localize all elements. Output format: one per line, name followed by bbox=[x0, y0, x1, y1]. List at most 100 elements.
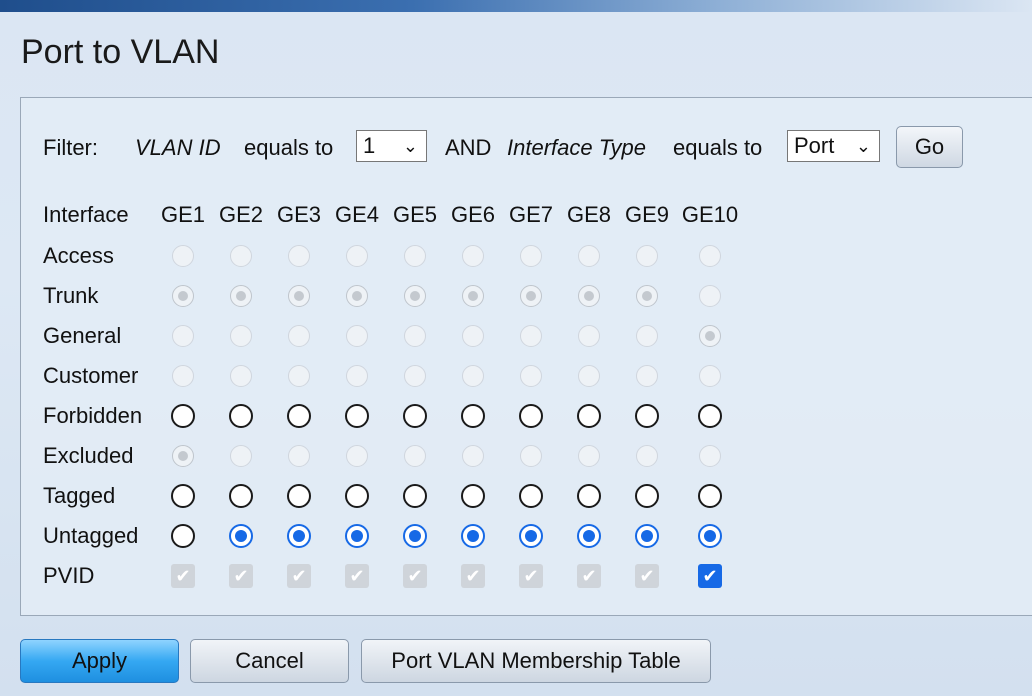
pvid-checkbox-ge9: ✔ bbox=[635, 564, 659, 588]
untagged-radio-ge6[interactable] bbox=[461, 524, 485, 548]
customer-radio-ge4 bbox=[346, 365, 368, 387]
untagged-radio-ge9[interactable] bbox=[635, 524, 659, 548]
general-radio-ge2 bbox=[230, 325, 252, 347]
customer-radio-ge2 bbox=[230, 365, 252, 387]
column-header-ge3: GE3 bbox=[276, 202, 322, 227]
interface-type-field-label: Interface Type bbox=[507, 135, 646, 160]
row-label-untagged: Untagged bbox=[43, 523, 139, 548]
excluded-radio-ge5 bbox=[404, 445, 426, 467]
interface-header: Interface bbox=[43, 202, 129, 227]
column-header-ge7: GE7 bbox=[508, 202, 554, 227]
access-radio-ge1 bbox=[172, 245, 194, 267]
tagged-radio-ge2[interactable] bbox=[229, 484, 253, 508]
pvid-checkbox-ge1: ✔ bbox=[171, 564, 195, 588]
excluded-radio-ge8 bbox=[578, 445, 600, 467]
tagged-radio-ge7[interactable] bbox=[519, 484, 543, 508]
excluded-radio-ge3 bbox=[288, 445, 310, 467]
column-header-ge10: GE10 bbox=[681, 202, 739, 227]
customer-radio-ge9 bbox=[636, 365, 658, 387]
excluded-radio-ge6 bbox=[462, 445, 484, 467]
customer-radio-ge3 bbox=[288, 365, 310, 387]
trunk-radio-ge6 bbox=[462, 285, 484, 307]
pvid-checkbox-ge10[interactable]: ✔ bbox=[698, 564, 722, 588]
excluded-radio-ge2 bbox=[230, 445, 252, 467]
filter-bar: Filter: VLAN ID equals to 1 ⌄ AND Interf… bbox=[43, 126, 1003, 168]
forbidden-radio-ge2[interactable] bbox=[229, 404, 253, 428]
customer-radio-ge7 bbox=[520, 365, 542, 387]
forbidden-radio-ge1[interactable] bbox=[171, 404, 195, 428]
tagged-radio-ge8[interactable] bbox=[577, 484, 601, 508]
row-label-pvid: PVID bbox=[43, 563, 95, 588]
tagged-radio-ge3[interactable] bbox=[287, 484, 311, 508]
excluded-radio-ge4 bbox=[346, 445, 368, 467]
forbidden-radio-ge5[interactable] bbox=[403, 404, 427, 428]
tagged-radio-ge4[interactable] bbox=[345, 484, 369, 508]
interface-type-select[interactable]: Port ⌄ bbox=[787, 130, 880, 162]
column-header-ge4: GE4 bbox=[334, 202, 380, 227]
access-radio-ge10 bbox=[699, 245, 721, 267]
access-radio-ge7 bbox=[520, 245, 542, 267]
access-radio-ge5 bbox=[404, 245, 426, 267]
general-radio-ge5 bbox=[404, 325, 426, 347]
general-radio-ge7 bbox=[520, 325, 542, 347]
go-button[interactable]: Go bbox=[896, 126, 963, 168]
untagged-radio-ge5[interactable] bbox=[403, 524, 427, 548]
equals-to-label: equals to bbox=[244, 135, 334, 160]
untagged-radio-ge1[interactable] bbox=[171, 524, 195, 548]
tagged-radio-ge1[interactable] bbox=[171, 484, 195, 508]
excluded-radio-ge10 bbox=[699, 445, 721, 467]
forbidden-radio-ge7[interactable] bbox=[519, 404, 543, 428]
row-label-trunk: Trunk bbox=[43, 283, 99, 308]
vlan-id-select[interactable]: 1 ⌄ bbox=[356, 130, 427, 162]
forbidden-radio-ge6[interactable] bbox=[461, 404, 485, 428]
untagged-radio-ge8[interactable] bbox=[577, 524, 601, 548]
trunk-radio-ge10 bbox=[699, 285, 721, 307]
untagged-radio-ge3[interactable] bbox=[287, 524, 311, 548]
equals-to-label-2: equals to bbox=[673, 135, 763, 160]
forbidden-radio-ge10[interactable] bbox=[698, 404, 722, 428]
column-header-ge5: GE5 bbox=[392, 202, 438, 227]
vlan-id-field-label: VLAN ID bbox=[135, 135, 221, 160]
trunk-radio-ge3 bbox=[288, 285, 310, 307]
customer-radio-ge1 bbox=[172, 365, 194, 387]
pvid-checkbox-ge2: ✔ bbox=[229, 564, 253, 588]
untagged-radio-ge7[interactable] bbox=[519, 524, 543, 548]
general-radio-ge10 bbox=[699, 325, 721, 347]
pvid-checkbox-ge5: ✔ bbox=[403, 564, 427, 588]
tagged-radio-ge5[interactable] bbox=[403, 484, 427, 508]
forbidden-radio-ge8[interactable] bbox=[577, 404, 601, 428]
forbidden-radio-ge3[interactable] bbox=[287, 404, 311, 428]
excluded-radio-ge1 bbox=[172, 445, 194, 467]
column-header-ge2: GE2 bbox=[218, 202, 264, 227]
row-label-access: Access bbox=[43, 243, 114, 268]
general-radio-ge4 bbox=[346, 325, 368, 347]
column-header-ge8: GE8 bbox=[566, 202, 612, 227]
cancel-button[interactable]: Cancel bbox=[190, 639, 349, 683]
access-radio-ge2 bbox=[230, 245, 252, 267]
pvid-checkbox-ge7: ✔ bbox=[519, 564, 543, 588]
row-label-customer: Customer bbox=[43, 363, 139, 388]
trunk-radio-ge4 bbox=[346, 285, 368, 307]
general-radio-ge9 bbox=[636, 325, 658, 347]
interface-type-value: Port bbox=[794, 133, 835, 158]
untagged-radio-ge10[interactable] bbox=[698, 524, 722, 548]
access-radio-ge8 bbox=[578, 245, 600, 267]
general-radio-ge3 bbox=[288, 325, 310, 347]
row-label-general: General bbox=[43, 323, 122, 348]
untagged-radio-ge2[interactable] bbox=[229, 524, 253, 548]
tagged-radio-ge6[interactable] bbox=[461, 484, 485, 508]
pvid-checkbox-ge3: ✔ bbox=[287, 564, 311, 588]
general-radio-ge1 bbox=[172, 325, 194, 347]
tagged-radio-ge10[interactable] bbox=[698, 484, 722, 508]
access-radio-ge4 bbox=[346, 245, 368, 267]
trunk-radio-ge5 bbox=[404, 285, 426, 307]
forbidden-radio-ge4[interactable] bbox=[345, 404, 369, 428]
tagged-radio-ge9[interactable] bbox=[635, 484, 659, 508]
untagged-radio-ge4[interactable] bbox=[345, 524, 369, 548]
forbidden-radio-ge9[interactable] bbox=[635, 404, 659, 428]
vlan-id-value: 1 bbox=[363, 133, 376, 158]
row-label-tagged: Tagged bbox=[43, 483, 116, 508]
port-vlan-membership-table-button[interactable]: Port VLAN Membership Table bbox=[361, 639, 711, 683]
apply-button[interactable]: Apply bbox=[20, 639, 179, 683]
column-header-ge1: GE1 bbox=[160, 202, 206, 227]
